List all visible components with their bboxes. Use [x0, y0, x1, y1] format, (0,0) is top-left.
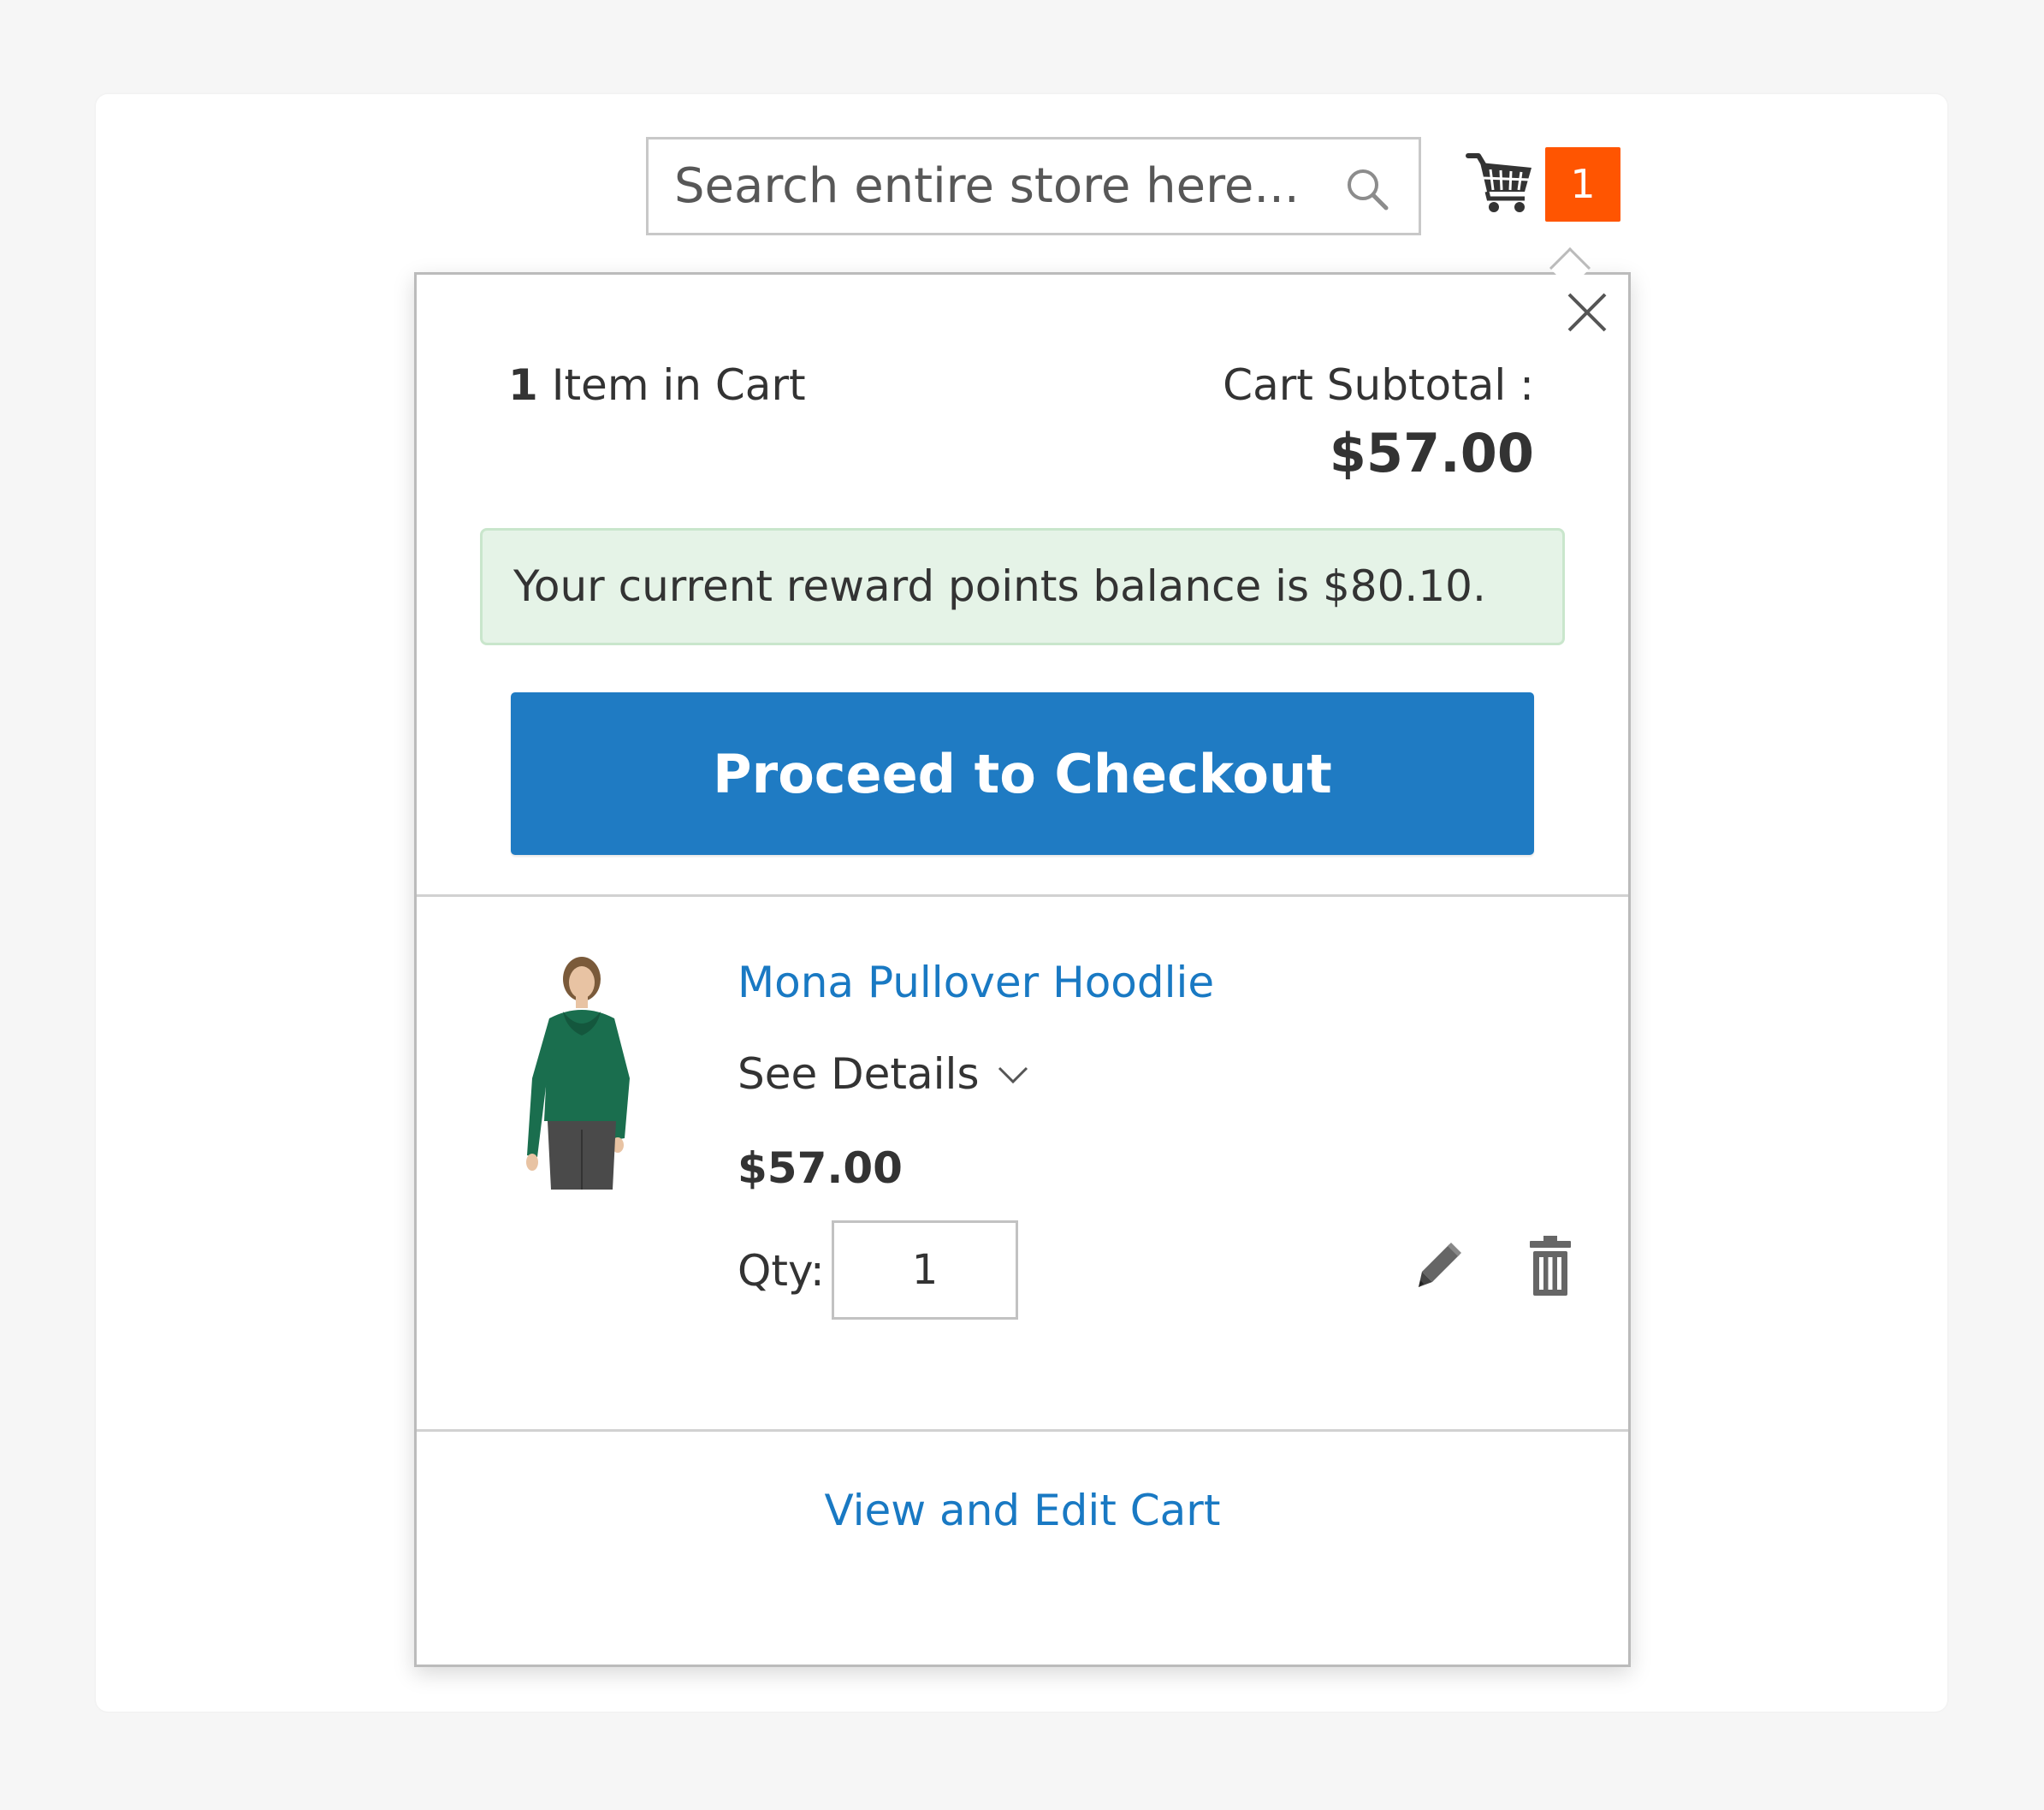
view-cart-container: View and Edit Cart	[417, 1481, 1628, 1540]
close-icon[interactable]	[1562, 288, 1612, 337]
proceed-to-checkout-button[interactable]: Proceed to Checkout	[511, 692, 1534, 855]
product-image[interactable]	[496, 950, 667, 1190]
see-details-toggle[interactable]: See Details	[738, 1044, 1029, 1104]
items-total: 1 Item in Cart	[508, 355, 806, 415]
cart-counter-badge[interactable]: 1	[1545, 147, 1620, 222]
see-details-label: See Details	[738, 1049, 980, 1099]
items-count: 1	[508, 360, 538, 410]
view-and-edit-cart-link[interactable]: View and Edit Cart	[825, 1486, 1221, 1535]
qty-input[interactable]	[832, 1220, 1018, 1320]
cart-icon[interactable]	[1465, 145, 1537, 217]
search-icon[interactable]	[1343, 165, 1391, 213]
chevron-down-icon	[998, 1066, 1028, 1083]
subtotal-label: Cart Subtotal :	[1223, 360, 1534, 410]
search-box	[646, 137, 1421, 235]
qty-label: Qty:	[738, 1246, 825, 1296]
divider	[417, 1429, 1628, 1432]
product-name-link[interactable]: Mona Pullover Hoodlie	[738, 952, 1214, 1012]
reward-points-message: Your current reward points balance is $8…	[480, 528, 1565, 645]
item-price: $57.00	[738, 1143, 903, 1193]
search-input[interactable]	[674, 139, 1324, 233]
trash-icon[interactable]	[1526, 1234, 1574, 1297]
subtotal-amount: $57.00	[1329, 422, 1534, 484]
items-label: Item in Cart	[551, 360, 806, 410]
edit-icon[interactable]	[1413, 1239, 1465, 1291]
divider	[417, 894, 1628, 897]
